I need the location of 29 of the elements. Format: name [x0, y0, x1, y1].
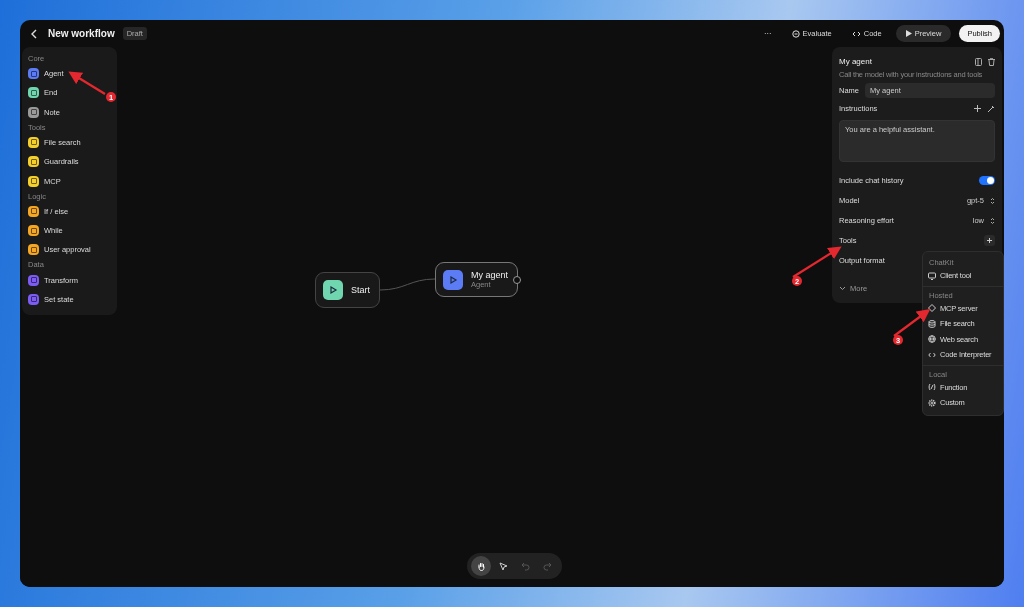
chevron-icon	[990, 216, 995, 225]
monitor-icon	[928, 271, 936, 280]
add-tool-icon[interactable]	[984, 235, 995, 246]
annotation-arrow	[893, 309, 931, 337]
node-title: My agent	[471, 270, 509, 280]
wand-icon[interactable]	[987, 104, 995, 113]
trash-icon[interactable]	[988, 57, 995, 66]
chevron-icon	[839, 286, 846, 291]
settings-icon	[928, 398, 936, 407]
database-icon	[928, 319, 936, 328]
play-icon	[905, 30, 912, 37]
workflow-node[interactable]: Start	[315, 272, 380, 308]
hand-icon[interactable]	[471, 556, 492, 576]
window-title: New workflow	[48, 28, 115, 39]
annotation-arrow	[68, 71, 106, 95]
evaluate-icon	[791, 29, 800, 38]
code-icon	[928, 350, 936, 359]
chevron-icon	[990, 196, 995, 205]
panel-title: My agent	[839, 57, 872, 66]
code-icon	[851, 29, 861, 38]
node-title: Start	[351, 285, 370, 295]
output-port[interactable]	[513, 276, 521, 284]
connector-line	[379, 278, 436, 291]
function-icon	[928, 383, 936, 392]
copy-icon[interactable]	[975, 57, 982, 66]
globe-icon	[928, 335, 936, 344]
diamond-icon	[928, 304, 936, 313]
plus-icon[interactable]	[974, 105, 981, 112]
history-toggle[interactable]	[979, 176, 995, 185]
